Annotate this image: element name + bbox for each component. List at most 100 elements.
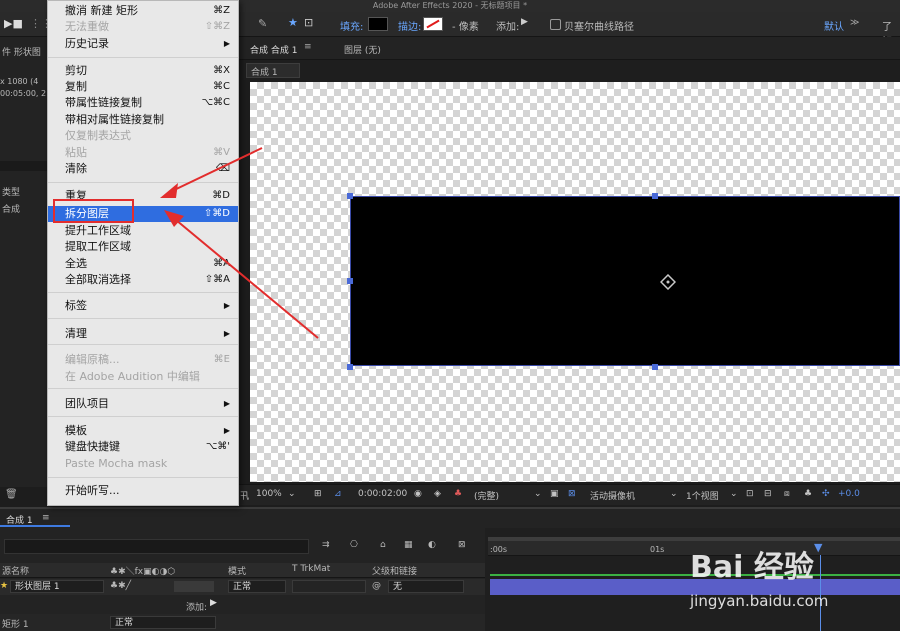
comp-tab[interactable]: 合成 合成 1	[250, 43, 297, 56]
bezier-checkbox[interactable]	[550, 19, 561, 30]
add-dropdown-icon[interactable]: ▶	[521, 17, 528, 27]
pick-whip-icon[interactable]: @	[372, 581, 381, 591]
panel-menu-icon[interactable]: ≡	[304, 42, 312, 52]
sublayer-name[interactable]: 矩形 1	[2, 617, 29, 630]
menu-separator	[48, 344, 238, 345]
transparency-grid-icon[interactable]: ⊠	[568, 489, 576, 499]
menu-item[interactable]: 清理 ▶	[48, 326, 238, 342]
views-select[interactable]: 1个视图	[686, 489, 719, 502]
menu-item[interactable]: 剪切 ⌘X	[48, 63, 238, 79]
menu-item[interactable]: 标签 ▶	[48, 298, 238, 314]
menu-item[interactable]: 带属性链接复制 ⌥⌘C	[48, 95, 238, 111]
layer-name-field[interactable]: 形状图层 1	[10, 580, 104, 593]
grow-icon[interactable]: 卂	[240, 489, 249, 502]
add-label[interactable]: 添加:	[496, 18, 519, 33]
menu-item: 粘贴 ⌘V	[48, 145, 238, 161]
resolution-chevron-icon[interactable]: ⌄	[534, 489, 542, 499]
transform-handle[interactable]	[347, 278, 353, 284]
views-chevron-icon[interactable]: ⌄	[730, 489, 738, 499]
transform-handle[interactable]	[347, 193, 353, 199]
pen-tool-icon[interactable]: ✎	[258, 17, 267, 30]
add-content-label[interactable]: 添加:	[186, 600, 207, 613]
add-content-icon[interactable]: ▶	[210, 598, 217, 608]
timeline-menu-icon[interactable]: ≡	[42, 513, 50, 523]
workspace-menu-icon[interactable]: ≫	[850, 18, 859, 28]
menu-item-shortcut: ⌘D	[212, 190, 230, 201]
menu-item[interactable]: 撤消 新建 矩形 ⌘Z	[48, 3, 238, 19]
sublayer-row[interactable]: 矩形 1 正常	[0, 614, 485, 631]
transform-handle[interactable]	[347, 364, 353, 370]
motion-blur-icon[interactable]: ◐	[428, 540, 436, 550]
menu-item-shortcut: ⌘C	[213, 81, 230, 92]
menu-separator	[48, 416, 238, 417]
current-time[interactable]: 0:00:02:00	[358, 489, 407, 499]
color-channel-icon[interactable]: ♣	[454, 489, 462, 499]
project-panel: 件 形状图 x 1080 (4 00:05:00, 2 类型 合成 🗑	[0, 37, 48, 500]
menu-item[interactable]: 清除 ⌫	[48, 161, 238, 177]
submenu-arrow-icon: ▶	[223, 329, 230, 338]
layer-switch-boxes[interactable]	[174, 581, 214, 592]
menu-item-label: 带相对属性链接复制	[65, 113, 164, 126]
trash-icon[interactable]: 🗑	[5, 489, 18, 500]
exposure-value[interactable]: +0.0	[838, 489, 860, 499]
camera-select[interactable]: 活动摄像机	[590, 489, 635, 502]
sublayer-mode-select[interactable]: 正常	[110, 616, 216, 629]
menu-item[interactable]: 带相对属性链接复制	[48, 112, 238, 128]
timeline-search[interactable]	[4, 539, 309, 554]
menu-item[interactable]: 开始听写...	[48, 483, 238, 499]
layer-switches-icon[interactable]: ♣✱╱	[110, 581, 131, 591]
menu-item[interactable]: 历史记录 ▶	[48, 36, 238, 52]
menu-item[interactable]: 键盘快捷键 ⌥⌘'	[48, 439, 238, 455]
draft-3d-icon[interactable]: ⎔	[350, 540, 358, 550]
snapshot-icon[interactable]: ◉	[414, 489, 422, 499]
menu-item[interactable]: 模板 ▶	[48, 423, 238, 439]
menu-item[interactable]: 团队项目 ▶	[48, 396, 238, 412]
layer-tab[interactable]: 图层 (无)	[344, 43, 381, 56]
workspace-default[interactable]: 默认	[824, 18, 844, 33]
transform-handle[interactable]	[652, 193, 658, 199]
timeline-icon[interactable]: ⧈	[784, 489, 790, 499]
layer-parent-select[interactable]: 无	[388, 580, 464, 593]
hand-tool-icon[interactable]: ▶■	[4, 17, 23, 30]
shy-icon[interactable]: ⌂	[380, 540, 386, 550]
fill-label[interactable]: 填充:	[340, 18, 363, 33]
menu-item[interactable]: 全选 ⌘A	[48, 256, 238, 272]
transform-handle[interactable]	[652, 364, 658, 370]
frame-blending-icon[interactable]: ▦	[404, 540, 413, 550]
show-channel-icon[interactable]: ◈	[434, 489, 441, 499]
align-icon[interactable]: ⊡	[304, 16, 313, 29]
project-panel-title: 件 形状图	[2, 48, 41, 58]
comp-mini-flowchart-icon[interactable]: ⇉	[322, 540, 330, 550]
comp-breadcrumb[interactable]: 合成 1	[246, 63, 300, 78]
layer-mode-select[interactable]: 正常	[228, 580, 286, 593]
roi-icon[interactable]: ▣	[550, 489, 559, 499]
exposure-icon[interactable]: ✣	[822, 489, 830, 499]
flowchart-icon[interactable]: ♣	[804, 489, 812, 499]
camera-chevron-icon[interactable]: ⌄	[670, 489, 678, 499]
menu-item-shortcut: ⌘X	[213, 65, 230, 76]
resolution-select[interactable]: (完整)	[474, 489, 499, 502]
rectangle-shape[interactable]	[350, 196, 900, 366]
safe-zones-icon[interactable]: ⊞	[314, 489, 322, 499]
star-icon[interactable]: ★	[288, 16, 298, 29]
menu-item-label: 键盘快捷键	[65, 440, 120, 453]
stroke-label[interactable]: 描边:	[398, 18, 421, 33]
layer-trkmat-select[interactable]	[292, 580, 366, 593]
menu-item[interactable]: 提取工作区域	[48, 239, 238, 255]
toggle-pixel-icon[interactable]: ⊡	[746, 489, 754, 499]
layer-row[interactable]: ★ 形状图层 1 ♣✱╱ 正常 @ 无	[0, 579, 485, 595]
menu-item[interactable]: 复制 ⌘C	[48, 79, 238, 95]
menu-item-shortcut: ⌘E	[213, 354, 230, 365]
menu-item[interactable]: 全部取消选择 ⇧⌘A	[48, 272, 238, 288]
stroke-swatch[interactable]	[423, 17, 443, 31]
graph-editor-icon[interactable]: ⊠	[458, 540, 466, 550]
mask-visibility-icon[interactable]: ⊿	[334, 489, 342, 499]
zoom-select[interactable]: 100%	[256, 489, 282, 499]
zoom-chevron-icon[interactable]: ⌄	[288, 489, 296, 499]
project-search[interactable]	[0, 161, 48, 171]
menu-item-label: 无法重做	[65, 20, 109, 33]
anchor-point-icon[interactable]	[660, 274, 676, 290]
menu-item[interactable]: 提升工作区域	[48, 223, 238, 239]
fast-preview-icon[interactable]: ⊟	[764, 489, 772, 499]
fill-swatch[interactable]	[368, 17, 388, 31]
